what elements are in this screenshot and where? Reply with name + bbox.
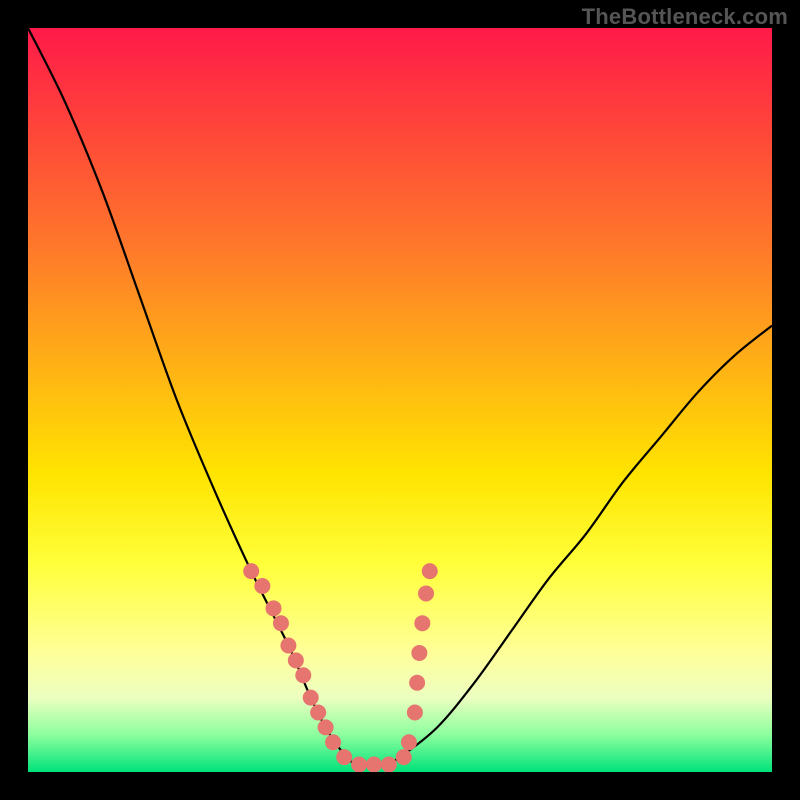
sample-point [407, 705, 422, 720]
sample-point [296, 668, 311, 683]
sample-point [255, 579, 270, 594]
sample-point [337, 750, 352, 765]
sample-point [366, 757, 381, 772]
sample-point [326, 735, 341, 750]
sample-point [396, 750, 411, 765]
sample-point [288, 653, 303, 668]
sample-point [381, 757, 396, 772]
sample-point [244, 564, 259, 579]
sample-point [422, 564, 437, 579]
chart-svg [28, 28, 772, 772]
watermark-text: TheBottleneck.com [582, 4, 788, 30]
sample-point [410, 675, 425, 690]
sample-point [419, 586, 434, 601]
sample-point [281, 638, 296, 653]
sample-point [311, 705, 326, 720]
sample-point [401, 735, 416, 750]
sample-point [412, 645, 427, 660]
sample-point [318, 720, 333, 735]
chart-plot-area [28, 28, 772, 772]
bottleneck-curve [28, 28, 772, 766]
sample-point [415, 616, 430, 631]
sample-point [266, 601, 281, 616]
sample-point [273, 616, 288, 631]
sample-point [303, 690, 318, 705]
sample-point [352, 757, 367, 772]
